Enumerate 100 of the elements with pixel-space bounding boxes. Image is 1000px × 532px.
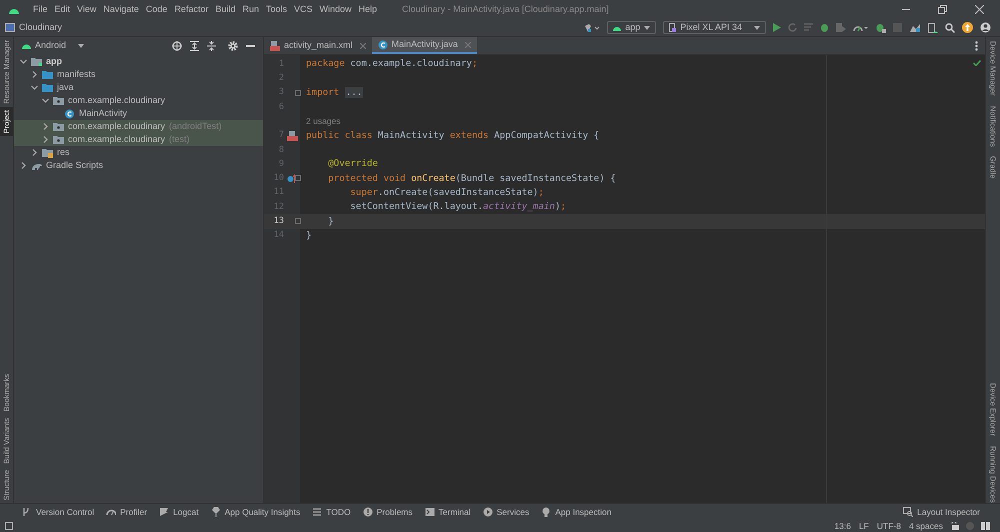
- menu-item[interactable]: Build: [215, 2, 236, 16]
- caret-icon: [754, 26, 760, 30]
- tool-window-tab[interactable]: TODO: [312, 506, 351, 518]
- check-icon: [973, 60, 981, 66]
- account-icon[interactable]: [980, 22, 991, 33]
- terminal-icon: [424, 507, 435, 517]
- status-item[interactable]: LF: [858, 520, 869, 532]
- tree-row[interactable]: MainActivity: [14, 107, 263, 120]
- hammer-icon[interactable]: [584, 22, 600, 32]
- lock-icon[interactable]: [951, 522, 959, 530]
- code-line: package com.example.cloudinary;: [306, 57, 478, 72]
- tree-item[interactable]: com.example.cloudinary: [68, 120, 166, 134]
- resource-folder-icon: [42, 148, 53, 158]
- chevron-right-icon[interactable]: [42, 123, 49, 130]
- code-line: import ...: [306, 86, 364, 100]
- menu-item[interactable]: Code: [146, 2, 168, 16]
- android-icon: [613, 24, 622, 30]
- caret-icon[interactable]: [78, 44, 84, 48]
- tree-item[interactable]: Gradle Scripts: [46, 158, 104, 172]
- tool-window-tab[interactable]: Problems: [362, 506, 413, 518]
- menu-item[interactable]: VCS: [294, 2, 313, 16]
- chevron-right-icon[interactable]: [20, 162, 27, 169]
- expand-all-icon[interactable]: [190, 41, 199, 51]
- settings-icon[interactable]: [228, 41, 238, 51]
- chevron-down-icon[interactable]: [31, 84, 38, 91]
- package-icon: [53, 122, 64, 132]
- collapse-all-icon[interactable]: [207, 41, 216, 51]
- tree-row[interactable]: res: [14, 146, 263, 159]
- editor-tab[interactable]: MainActivity.java: [372, 37, 477, 54]
- run-icon[interactable]: [773, 23, 781, 32]
- layout-file-icon[interactable]: [287, 130, 298, 141]
- package-icon: [53, 96, 64, 106]
- device-icon[interactable]: [928, 22, 938, 32]
- search-icon[interactable]: [945, 22, 955, 32]
- alert-icon: [362, 507, 373, 517]
- menu-item[interactable]: View: [77, 2, 96, 16]
- tree-item[interactable]: app: [46, 54, 62, 68]
- close-icon[interactable]: [360, 42, 366, 48]
- tree-item[interactable]: manifests: [57, 68, 96, 82]
- tool-window-tab[interactable]: Logcat: [159, 506, 199, 518]
- fold-marker[interactable]: [295, 90, 301, 96]
- project-view-selector[interactable]: Android: [35, 39, 66, 53]
- tree-item[interactable]: res: [57, 146, 70, 160]
- editor-tab[interactable]: activity_main.xml: [264, 37, 372, 54]
- tree-row[interactable]: manifests: [14, 68, 263, 81]
- chevron-right-icon[interactable]: [31, 149, 38, 156]
- chevron-down-icon[interactable]: [42, 97, 49, 104]
- panel-toggle-icon[interactable]: [5, 522, 13, 530]
- tool-window-tab[interactable]: Terminal: [424, 506, 471, 518]
- tree-item[interactable]: java: [57, 80, 74, 94]
- more-icon[interactable]: [975, 40, 978, 50]
- menu-item[interactable]: File: [33, 2, 48, 16]
- layout-inspector-tab[interactable]: Layout Inspector: [903, 506, 980, 518]
- status-item[interactable]: UTF-8: [876, 520, 901, 532]
- override-icon[interactable]: [287, 174, 296, 184]
- menu-item[interactable]: Window: [320, 2, 352, 16]
- chevron-right-icon[interactable]: [42, 136, 49, 143]
- device-dropdown[interactable]: Pixel XL API 34: [663, 21, 766, 34]
- book-icon[interactable]: [981, 522, 990, 530]
- bug-sync-icon[interactable]: [876, 22, 886, 32]
- update-icon[interactable]: [962, 22, 973, 33]
- menu-item[interactable]: Run: [242, 2, 259, 16]
- menu-item[interactable]: Navigate: [103, 2, 139, 16]
- run-config-dropdown[interactable]: app: [607, 21, 656, 34]
- line-number: 13: [272, 215, 284, 228]
- gauge-icon: [106, 507, 116, 517]
- tool-window-tab[interactable]: Version Control: [22, 506, 94, 518]
- restore-icon[interactable]: [938, 5, 947, 14]
- menu-item[interactable]: Help: [358, 2, 378, 16]
- status-item[interactable]: 13:6: [834, 520, 851, 532]
- tool-window-tab[interactable]: Profiler: [106, 506, 148, 518]
- code-line: @Override: [327, 157, 378, 172]
- tree-row[interactable]: Gradle Scripts: [14, 159, 263, 172]
- chevron-down-icon[interactable]: [20, 58, 27, 65]
- menu-item[interactable]: Edit: [54, 2, 70, 16]
- tree-row[interactable]: com.example.cloudinary: [14, 94, 263, 107]
- fold-marker[interactable]: [295, 218, 301, 224]
- tool-window-tab[interactable]: App Inspection: [541, 506, 612, 518]
- tree-item[interactable]: com.example.cloudinary: [68, 94, 166, 108]
- fold-marker[interactable]: [295, 175, 301, 182]
- sync-icon[interactable]: [909, 22, 921, 32]
- folder-icon: [42, 82, 53, 92]
- phone-icon: [669, 23, 676, 32]
- tree-item[interactable]: MainActivity: [79, 106, 128, 120]
- usages-hint[interactable]: 2 usages: [306, 114, 340, 128]
- menu-item[interactable]: Tools: [266, 2, 287, 16]
- bug-icon[interactable]: [820, 23, 829, 32]
- target-icon[interactable]: [172, 41, 182, 51]
- menu-item[interactable]: Refactor: [174, 2, 208, 16]
- tree-item[interactable]: com.example.cloudinary: [68, 132, 166, 146]
- tool-window-tab[interactable]: Services: [482, 506, 530, 518]
- project-breadcrumb[interactable]: Cloudinary: [19, 20, 62, 34]
- status-item[interactable]: 4 spaces: [908, 520, 943, 532]
- chevron-right-icon[interactable]: [31, 71, 38, 78]
- play-icon: [482, 507, 493, 517]
- tree-row[interactable]: app: [14, 55, 263, 68]
- flag-icon: [159, 507, 170, 517]
- close-icon[interactable]: [975, 5, 984, 14]
- tool-window-tab[interactable]: App Quality Insights: [210, 506, 300, 518]
- tree-row[interactable]: java: [14, 81, 263, 94]
